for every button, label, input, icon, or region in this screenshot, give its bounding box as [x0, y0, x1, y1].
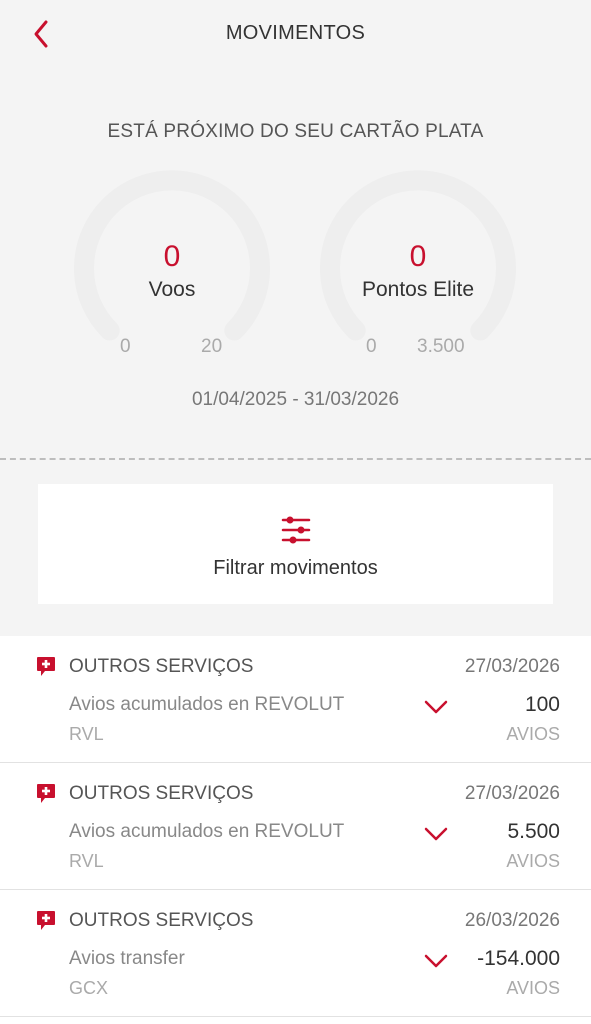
flights-gauge: 0 Voos 0 20 [70, 166, 274, 366]
gauge-label: Pontos Elite [361, 278, 475, 301]
movement-row[interactable]: OUTROS SERVIÇOS 26/03/2026 Avios transfe… [0, 890, 591, 1017]
page-title: MOVIMENTOS [225, 22, 366, 44]
sliders-icon [281, 516, 311, 544]
movement-amount: 100 [524, 693, 560, 716]
dashed-divider [0, 458, 591, 460]
movement-amount: -154.000 [477, 947, 560, 970]
movement-amount: 5.500 [507, 820, 560, 843]
service-plus-icon [37, 657, 55, 676]
gauge-value: 0 [409, 240, 427, 273]
movement-description: Avios acumulados en REVOLUT [69, 694, 345, 715]
movement-description: Avios acumulados en REVOLUT [69, 821, 345, 842]
gauge-max: 3.500 [417, 336, 465, 357]
movement-unit: AVIOS [506, 851, 560, 871]
movement-row[interactable]: OUTROS SERVIÇOS 27/03/2026 Avios acumula… [0, 636, 591, 763]
movement-date: 26/03/2026 [464, 910, 560, 931]
filter-label: Filtrar movimentos [213, 557, 378, 579]
movement-code: RVL [69, 724, 104, 744]
movement-date: 27/03/2026 [464, 783, 560, 804]
movement-description: Avios transfer [69, 948, 185, 969]
movement-category: OUTROS SERVIÇOS [69, 910, 254, 931]
gauge-label: Voos [148, 278, 196, 301]
movement-code: GCX [69, 978, 109, 998]
status-subtitle: ESTÁ PRÓXIMO DO SEU CARTÃO PLATA [107, 121, 484, 142]
gauge-value: 0 [163, 240, 181, 273]
gauge-min: 0 [120, 336, 131, 357]
chevron-down-icon[interactable] [423, 952, 449, 970]
movement-date: 27/03/2026 [464, 656, 560, 677]
movement-row[interactable]: OUTROS SERVIÇOS 27/03/2026 Avios acumula… [0, 763, 591, 890]
service-plus-icon [37, 911, 55, 930]
chevron-down-icon[interactable] [423, 825, 449, 843]
filter-movements-button[interactable]: Filtrar movimentos [38, 484, 553, 604]
service-plus-icon [37, 784, 55, 803]
movement-unit: AVIOS [506, 724, 560, 744]
movements-list: OUTROS SERVIÇOS 27/03/2026 Avios acumula… [0, 636, 591, 1024]
elite-points-gauge: 0 Pontos Elite 0 3.500 [316, 166, 520, 366]
movement-category: OUTROS SERVIÇOS [69, 783, 254, 804]
header: MOVIMENTOS [0, 0, 591, 68]
chevron-down-icon[interactable] [423, 698, 449, 716]
period-range: 01/04/2025 - 31/03/2026 [191, 389, 400, 410]
gauge-max: 20 [201, 336, 223, 357]
gauge-min: 0 [366, 336, 377, 357]
movement-unit: AVIOS [506, 978, 560, 998]
movement-category: OUTROS SERVIÇOS [69, 656, 254, 677]
movement-code: RVL [69, 851, 104, 871]
